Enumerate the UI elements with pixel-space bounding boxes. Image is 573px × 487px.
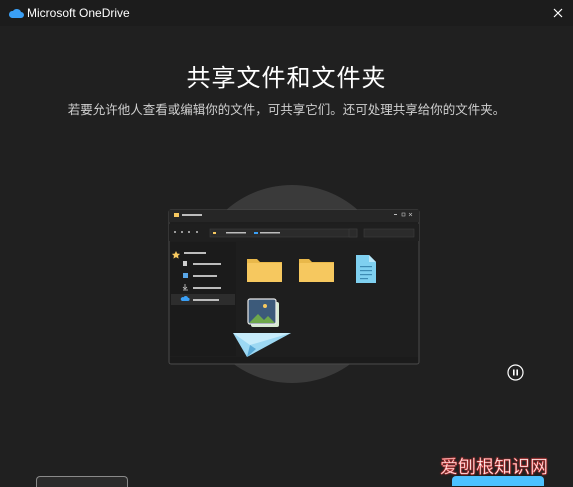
pause-button[interactable] — [507, 364, 524, 381]
folder-icon — [247, 259, 282, 282]
mini-explorer-window — [168, 209, 420, 365]
pause-icon — [507, 364, 524, 381]
image-stack-icon — [247, 298, 279, 327]
share-illustration — [168, 185, 420, 383]
watermark: 爱刨根知识网 — [440, 453, 568, 479]
secondary-button[interactable] — [36, 476, 128, 487]
folder-icon — [299, 259, 334, 282]
document-icon — [356, 255, 376, 283]
onedrive-window: Microsoft OneDrive 共享文件和文件夹 若要允许他人查看或编辑你… — [0, 0, 573, 487]
watermark-text: 爱刨根知识网 — [440, 457, 549, 479]
mini-folder-icon — [174, 213, 179, 217]
